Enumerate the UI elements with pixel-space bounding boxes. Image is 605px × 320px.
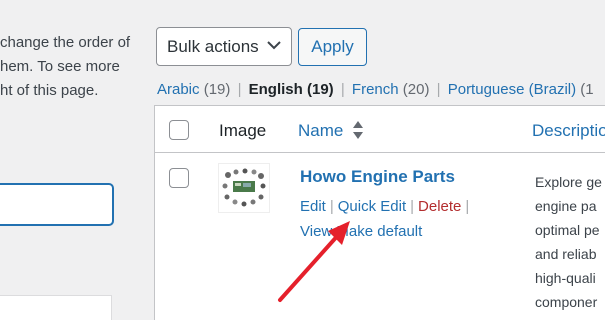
help-text: change the order of hem. To see more ht … xyxy=(0,34,131,99)
lang-french-link[interactable]: French xyxy=(352,81,399,98)
separator: | xyxy=(465,198,470,215)
language-filter: Arabic (19) | English (19) | French (20)… xyxy=(157,81,594,98)
terms-table: Image Name Descriptio Howo Engine Parts … xyxy=(154,105,605,320)
lang-arabic-count: (19) xyxy=(203,81,231,98)
left-panel: change the order of hem. To see more ht … xyxy=(0,0,145,320)
column-header-description[interactable]: Descriptio xyxy=(532,121,605,141)
lang-portuguese-count: (1 xyxy=(580,81,594,98)
quick-edit-link[interactable]: Quick Edit xyxy=(338,198,406,215)
bulk-actions-label: Bulk actions xyxy=(167,37,259,56)
row-actions: Edit | Quick Edit | Delete | xyxy=(300,198,473,215)
column-header-name[interactable]: Name xyxy=(298,121,343,141)
table-header: Image Name Descriptio xyxy=(155,106,605,153)
apply-button[interactable]: Apply xyxy=(298,28,367,66)
sort-icon[interactable] xyxy=(352,119,364,141)
select-all-checkbox[interactable] xyxy=(169,120,189,140)
row-actions-secondary: View Make default xyxy=(300,223,422,240)
engine-parts-thumbnail-icon xyxy=(222,168,266,207)
separator: | xyxy=(329,198,334,215)
lang-english-current: English xyxy=(248,81,303,98)
view-link[interactable]: View xyxy=(300,223,332,240)
term-description: Explore ge engine pa optimal pe and reli… xyxy=(535,174,602,310)
edit-link[interactable]: Edit xyxy=(300,198,326,215)
separator: | xyxy=(436,81,441,98)
bulk-actions-select[interactable]: Bulk actions xyxy=(156,27,292,66)
new-term-name-input[interactable] xyxy=(0,184,113,225)
separator: | xyxy=(237,81,242,98)
lang-arabic-link[interactable]: Arabic xyxy=(157,81,200,98)
new-term-slug-input[interactable] xyxy=(0,295,112,320)
term-title-link[interactable]: Howo Engine Parts xyxy=(300,167,455,187)
separator: | xyxy=(340,81,345,98)
separator: | xyxy=(410,198,415,215)
chevron-down-icon xyxy=(267,41,281,50)
make-default-link[interactable]: Make default xyxy=(336,223,422,240)
lang-english-count: (19) xyxy=(306,81,334,98)
lang-portuguese-link[interactable]: Portuguese (Brazil) xyxy=(448,81,576,98)
row-checkbox[interactable] xyxy=(169,168,189,188)
term-thumbnail xyxy=(218,163,270,213)
column-header-image: Image xyxy=(219,121,267,140)
delete-link[interactable]: Delete xyxy=(418,198,461,215)
lang-french-count: (20) xyxy=(402,81,430,98)
